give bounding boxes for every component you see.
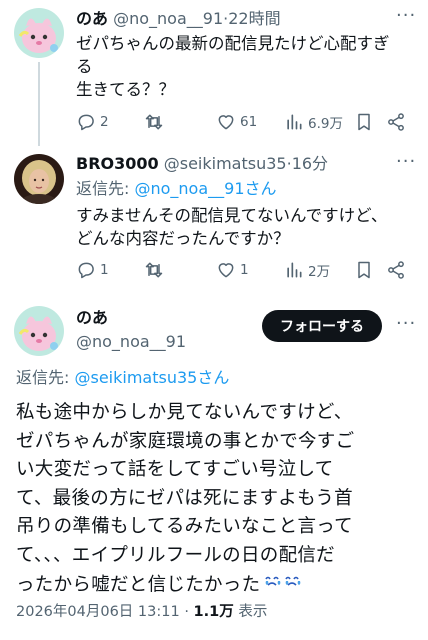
tweet-1-actions: 2 61 6.9万 [76,110,416,134]
retweet-icon [145,262,163,278]
views-button[interactable]: 6.9万 [284,110,343,134]
tweet-2-header: BRO3000 @seikimatsu35·16分 [76,154,329,173]
share-button[interactable] [386,258,406,282]
display-name[interactable]: BRO3000 [76,154,159,173]
display-name[interactable]: のあ [76,9,108,28]
heart-icon [218,115,234,130]
reply-to-line: 返信先: @no_noa__91さん [76,179,277,198]
user-handle[interactable]: @seikimatsu35 [164,154,287,173]
tweet-3-name: のあ [76,308,108,328]
views-count: 2万 [308,264,331,280]
tweet-2-text: すみませんその配信見てないんですけど、 どんな内容だったんですか？ [76,206,388,248]
like-count: 1 [240,262,249,278]
reply-to-line: 返信先: @seikimatsu35さん [16,368,230,387]
reply-icon [78,262,94,279]
tweet-3-handle: @no_noa__91 [76,332,186,352]
reply-to-link[interactable]: @seikimatsu35さん [74,368,229,387]
share-icon [388,261,404,279]
retweet-button[interactable] [144,258,168,282]
more-options-icon[interactable]: ··· [396,152,416,172]
person-photo-avatar-icon [14,154,64,204]
reply-button[interactable]: 1 [76,258,109,282]
tweet-2-actions: 1 1 2万 [76,258,416,282]
timestamp[interactable]: 16分 [292,154,328,173]
like-count: 61 [240,114,258,130]
user-handle[interactable]: @no_noa__91 [76,332,186,351]
user-handle[interactable]: @no_noa__91 [113,9,223,28]
views-count: 6.9万 [308,116,343,132]
bookmark-icon [358,113,370,131]
display-name[interactable]: のあ [76,308,108,327]
post-date[interactable]: 2026年04月06日 13:11 [16,604,180,620]
bookmark-button[interactable] [354,258,374,282]
tweet-2[interactable]: BRO3000 @seikimatsu35·16分 ··· 返信先: @no_n… [0,148,428,294]
retweet-button[interactable] [144,110,168,134]
bookmark-button[interactable] [354,110,374,134]
crying-face-emoji [263,571,301,600]
follow-button[interactable]: フォローする [262,310,382,342]
timestamp[interactable]: 22時間 [228,9,280,28]
retweet-icon [145,114,163,130]
reply-to-link[interactable]: @no_noa__91さん [134,179,276,198]
reply-count: 2 [100,114,109,130]
tweet-1-header: のあ @no_noa__91·22時間 [76,9,281,28]
tweet-1[interactable]: のあ @no_noa__91·22時間 ··· ゼパちゃんの最新の配信見たけど心… [0,0,428,148]
bookmark-icon [358,261,370,279]
views-chart-icon [287,114,302,130]
views-count: 1.1万 [193,604,234,620]
more-options-icon[interactable]: ··· [396,6,416,26]
avatar-pink-cartoon[interactable] [14,306,64,356]
pink-cartoon-avatar-icon [14,8,64,58]
reply-button[interactable]: 2 [76,110,109,134]
thread-connector-line [38,62,40,146]
tweet-3-text: 私も途中からしか見てないんですけど、 ゼパちゃんが家庭環境の事とかで今すご い大… [16,399,412,599]
reply-icon [78,114,94,131]
views-label: 表示 [238,604,268,620]
pink-cartoon-avatar-icon [14,306,64,356]
avatar-person-photo[interactable] [14,154,64,204]
avatar-pink-cartoon[interactable] [14,8,64,58]
tweet-3-meta: 2026年04月06日 13:11 · 1.1万 表示 [16,604,268,620]
tweet-1-text: ゼパちゃんの最新の配信見たけど心配すぎ る 生きてる？？ [76,34,390,99]
reply-count: 1 [100,262,109,278]
share-icon [388,113,404,131]
heart-icon [218,263,234,278]
share-button[interactable] [386,110,406,134]
like-button[interactable]: 61 [216,110,257,134]
views-button[interactable]: 2万 [284,258,330,282]
views-chart-icon [287,262,302,278]
more-options-icon[interactable]: ··· [396,314,416,334]
like-button[interactable]: 1 [216,258,249,282]
